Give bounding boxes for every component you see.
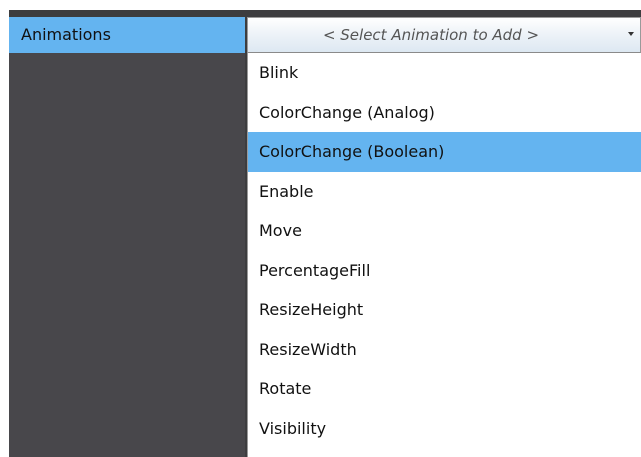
- property-panel: Animations < Select Animation to Add > B…: [9, 10, 641, 457]
- property-name-column: [9, 17, 245, 457]
- option-percentagefill[interactable]: PercentageFill: [248, 251, 641, 291]
- option-blink[interactable]: Blink: [248, 53, 641, 93]
- option-colorchange-boolean[interactable]: ColorChange (Boolean): [248, 132, 641, 172]
- option-resizewidth[interactable]: ResizeWidth: [248, 330, 641, 370]
- option-visibility[interactable]: Visibility: [248, 409, 641, 449]
- option-colorchange-analog[interactable]: ColorChange (Analog): [248, 93, 641, 133]
- animation-select-placeholder: < Select Animation to Add >: [322, 26, 540, 44]
- chevron-down-icon[interactable]: [628, 32, 634, 36]
- animation-select[interactable]: < Select Animation to Add >: [247, 17, 641, 53]
- animation-dropdown-list: Blink ColorChange (Analog) ColorChange (…: [247, 53, 641, 457]
- panel-top-border: [9, 10, 641, 17]
- option-enable[interactable]: Enable: [248, 172, 641, 212]
- option-rotate[interactable]: Rotate: [248, 369, 641, 409]
- option-resizeheight[interactable]: ResizeHeight: [248, 290, 641, 330]
- option-move[interactable]: Move: [248, 211, 641, 251]
- animations-property-label[interactable]: Animations: [9, 17, 245, 53]
